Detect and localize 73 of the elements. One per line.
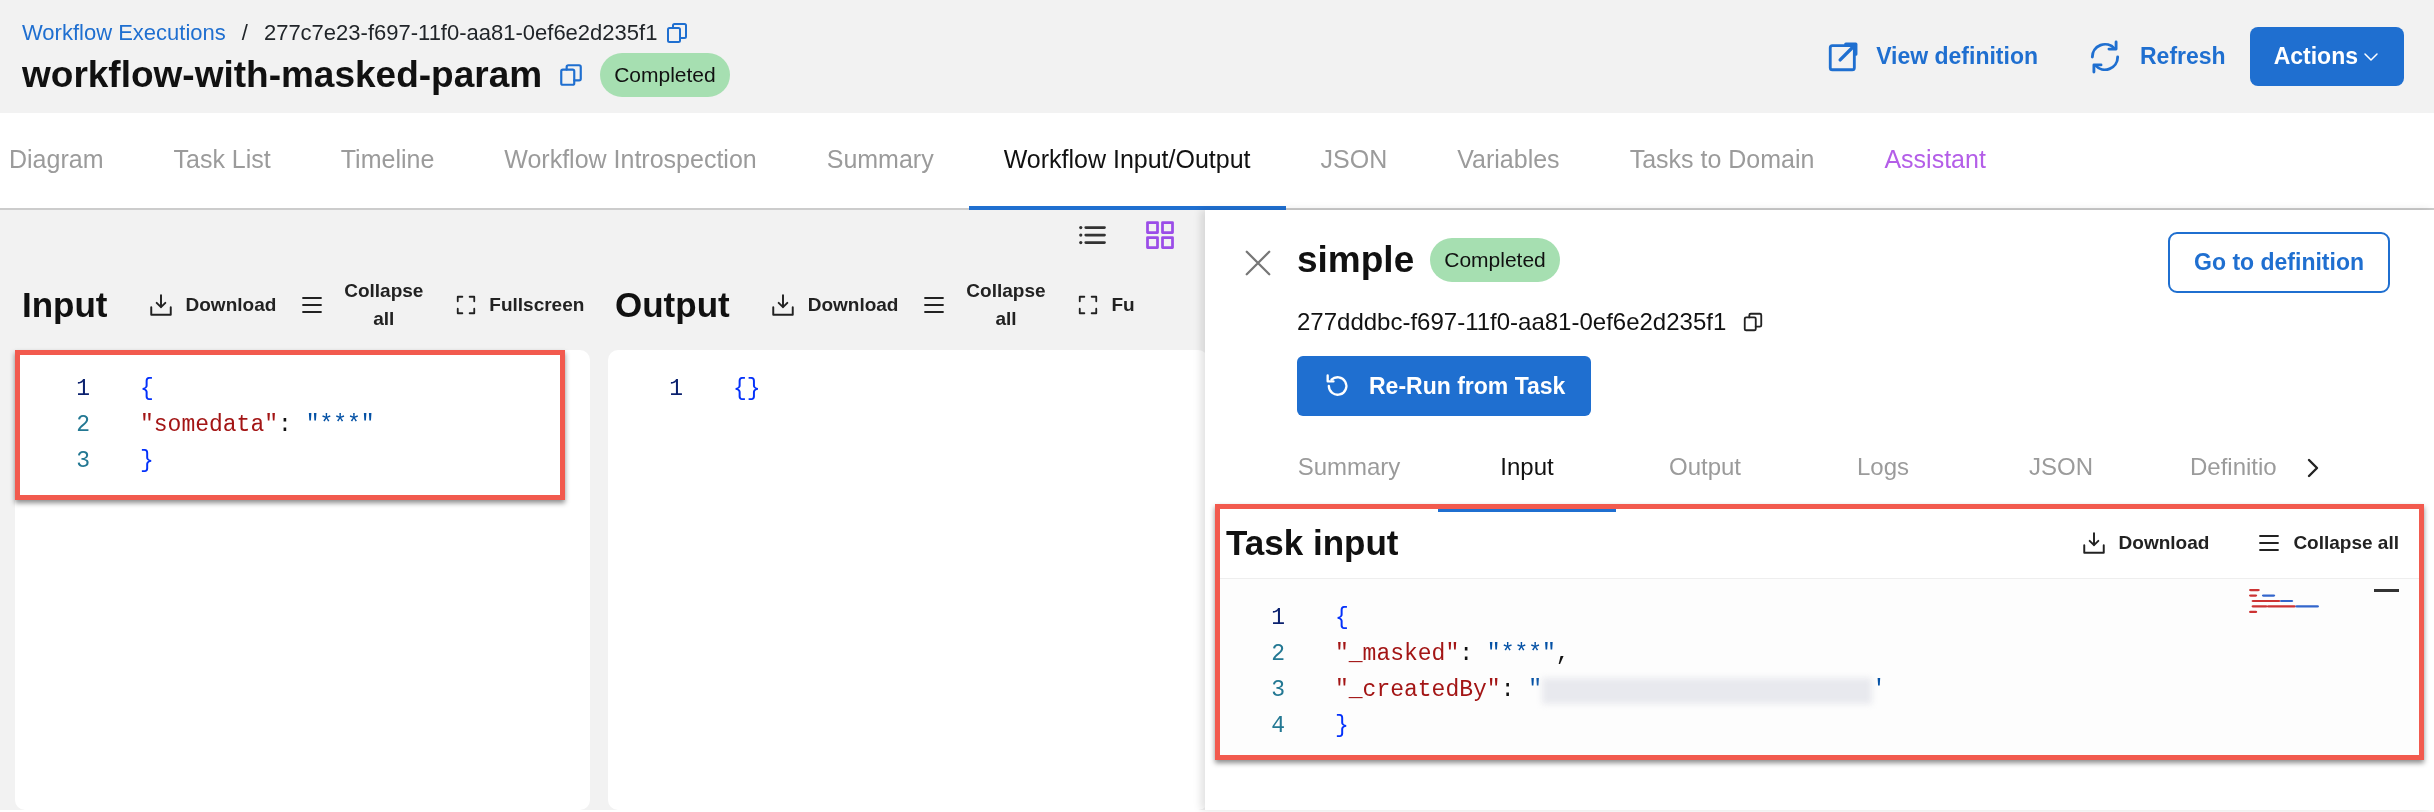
line-number: 1	[668, 374, 683, 404]
code-text: :	[278, 410, 293, 440]
actions-button[interactable]: Actions	[2249, 27, 2404, 86]
view-definition-button[interactable]: View definition	[1826, 39, 2038, 74]
tab[interactable]: Diagram	[0, 113, 139, 210]
line-number: 2	[1270, 640, 1285, 670]
tab[interactable]: Assistant	[1849, 113, 2021, 210]
tab[interactable]: JSON	[1285, 113, 1423, 210]
panel-heading: Input	[22, 283, 108, 326]
code-text: }	[1335, 712, 1349, 742]
task-title: simple	[1297, 238, 1415, 282]
tab[interactable]: Summary	[1260, 424, 1438, 512]
scrollbar-thumb[interactable]	[2374, 588, 2399, 592]
code-text: '	[1872, 676, 1886, 706]
copy-icon[interactable]	[1742, 310, 1765, 333]
tab[interactable]: Timeline	[305, 113, 470, 210]
line-number: 1	[75, 374, 90, 404]
section-heading: Task input	[1226, 522, 1399, 564]
tab[interactable]: Input	[1438, 424, 1616, 512]
rerun-button[interactable]: Re-Run from Task	[1297, 355, 1592, 416]
refresh-button[interactable]: Refresh	[2086, 37, 2226, 76]
line-number: 3	[75, 446, 90, 476]
download-icon	[769, 292, 796, 318]
code-text: "_masked"	[1335, 640, 1460, 670]
code-text: {	[1335, 604, 1349, 634]
close-icon[interactable]	[1243, 248, 1273, 278]
grid-icon[interactable]	[1145, 220, 1175, 250]
download-button[interactable]: Download	[2080, 529, 2210, 558]
code-text: }	[140, 446, 154, 476]
tab[interactable]: Definitio	[2150, 424, 2277, 512]
line-number: 2	[75, 410, 90, 440]
tab[interactable]: Workflow Introspection	[469, 113, 792, 210]
workflow-title: workflow-with-masked-param	[22, 54, 543, 96]
minimap-drawing	[2249, 588, 2319, 613]
code-text: "	[1528, 676, 1543, 706]
line-number: 3	[1270, 676, 1285, 706]
collapse-button[interactable]: Collapse all	[300, 276, 432, 334]
download-icon	[147, 292, 174, 318]
fullscreen-icon	[455, 294, 478, 316]
fullscreen-button[interactable]: Fullscreen	[455, 290, 585, 320]
code-text: :	[1500, 676, 1516, 706]
tab[interactable]: Logs	[1794, 424, 1972, 512]
breadcrumb-link[interactable]: Workflow Executions	[22, 16, 226, 50]
tab[interactable]: Output	[1616, 424, 1794, 512]
status-badge: Completed	[600, 53, 730, 97]
code-text: "***"	[305, 410, 375, 440]
breadcrumb-separator: /	[241, 19, 248, 48]
tab[interactable]: JSON	[1972, 424, 2150, 512]
code-text: ,	[1555, 640, 1570, 670]
tab[interactable]: Tasks to Domain	[1594, 113, 1850, 210]
code-text: {}	[733, 374, 761, 404]
fullscreen-button[interactable]: Fu	[1077, 290, 1135, 320]
code-text: :	[1459, 640, 1475, 670]
code-text: "_createdBy"	[1335, 676, 1501, 706]
panel-heading: Output	[615, 283, 730, 326]
line-number: 4	[1270, 712, 1285, 742]
tab[interactable]: Task List	[138, 113, 306, 210]
line-number: 1	[1270, 604, 1285, 634]
download-button[interactable]: Download	[769, 290, 899, 320]
code-text: "somedata"	[140, 410, 279, 440]
tab[interactable]: Variables	[1422, 113, 1595, 210]
download-icon	[2080, 530, 2107, 557]
go-to-definition-button[interactable]: Go to definition	[2168, 232, 2390, 293]
collapse-button[interactable]: Collapse all	[2257, 529, 2399, 558]
collapse-button[interactable]: Collapse all	[922, 276, 1054, 334]
execution-id: 277c7e23-f697-11f0-aa81-0ef6e2d235f1	[263, 19, 658, 48]
tab[interactable]: Summary	[791, 113, 969, 210]
task-id: 277dddbc-f697-11f0-aa81-0ef6e2d235f1	[1297, 306, 1727, 337]
code-text: {	[140, 374, 154, 404]
code-text: "***"	[1486, 640, 1556, 670]
fullscreen-icon	[1077, 294, 1100, 316]
status-badge: Completed	[1430, 238, 1560, 282]
download-button[interactable]: Download	[147, 290, 277, 320]
